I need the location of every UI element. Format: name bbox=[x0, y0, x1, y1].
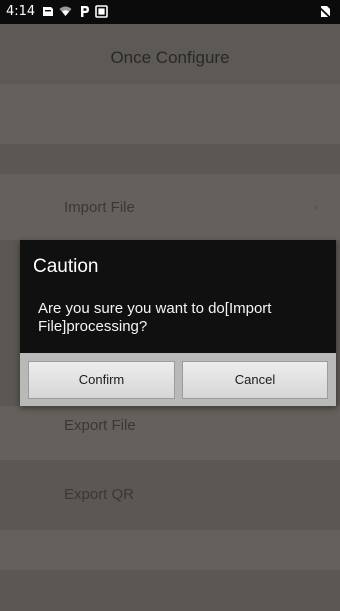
list-item-import-file[interactable]: Import File › bbox=[0, 174, 340, 240]
list-item-label: Export File bbox=[64, 417, 136, 434]
chevron-right-icon: › bbox=[314, 200, 318, 214]
status-time: 4:14 bbox=[6, 4, 36, 19]
list-spacer bbox=[0, 530, 340, 570]
list-item-label: Import File bbox=[64, 199, 135, 216]
title-bar: Once Configure bbox=[0, 24, 340, 84]
page-title: Once Configure bbox=[110, 48, 230, 67]
list-item-export-file[interactable]: Export File bbox=[0, 406, 340, 460]
confirm-button[interactable]: Confirm bbox=[28, 361, 175, 399]
list-item-label: Export QR bbox=[64, 486, 135, 503]
dialog-header: Caution Are you sure you want to do[Impo… bbox=[20, 240, 336, 353]
cancel-button[interactable]: Cancel bbox=[182, 361, 328, 399]
screen-icon bbox=[95, 5, 108, 18]
list-item-export-qr[interactable]: Export QR bbox=[0, 460, 340, 530]
caution-dialog: Caution Are you sure you want to do[Impo… bbox=[20, 240, 336, 406]
p-icon bbox=[78, 5, 91, 18]
dialog-title: Caution bbox=[33, 256, 99, 277]
no-sim-icon bbox=[318, 5, 331, 18]
dialog-message: Are you sure you want to do[Import File]… bbox=[38, 300, 272, 335]
list-spacer bbox=[0, 570, 340, 611]
list-spacer bbox=[0, 84, 340, 144]
status-bar: 4:14 bbox=[0, 0, 340, 24]
wifi-icon bbox=[59, 5, 72, 18]
notification-icon bbox=[41, 5, 54, 18]
list-divider bbox=[0, 144, 340, 174]
